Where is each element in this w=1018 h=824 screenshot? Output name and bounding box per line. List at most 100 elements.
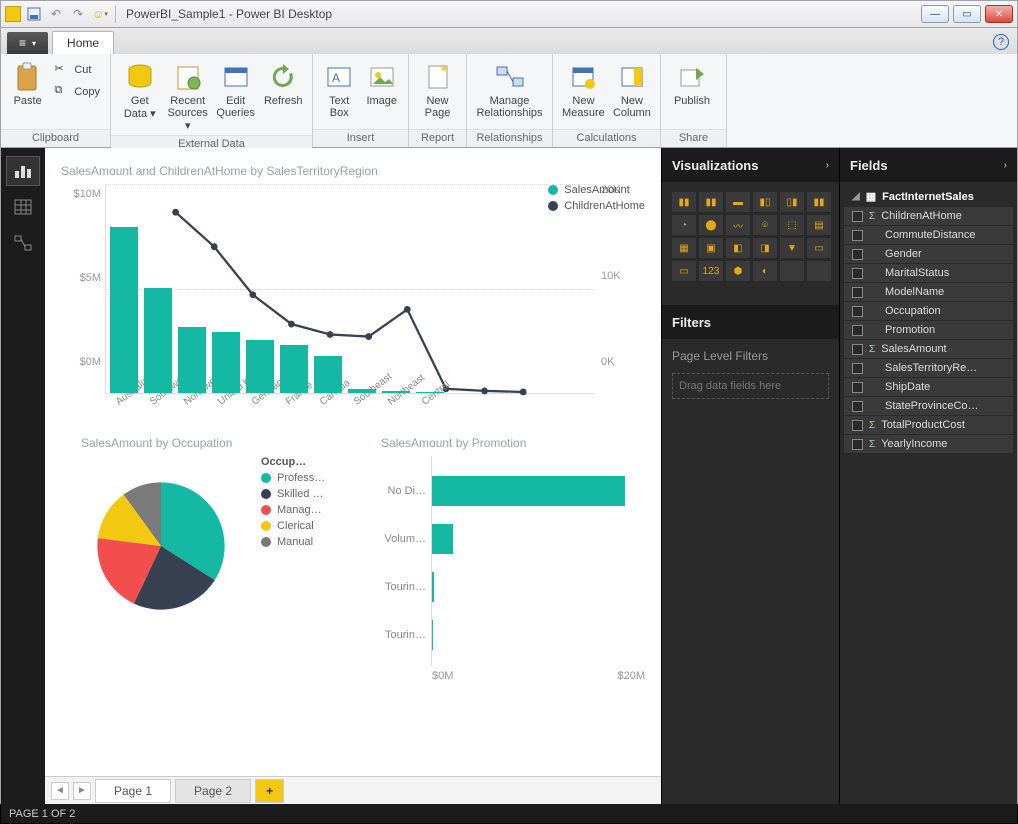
page-tab-1[interactable]: Page 1: [95, 779, 171, 803]
field-item[interactable]: Gender: [844, 245, 1013, 263]
field-item[interactable]: ΣChildrenAtHome: [844, 207, 1013, 225]
data-view-button[interactable]: [6, 192, 40, 222]
copy-button[interactable]: ⧉Copy: [50, 82, 104, 102]
field-checkbox[interactable]: [852, 325, 863, 336]
text-box-button[interactable]: AText Box: [319, 58, 360, 122]
viz-type-button[interactable]: ▮▮: [699, 192, 723, 212]
field-item[interactable]: ΣSalesAmount: [844, 340, 1013, 358]
viz-type-button[interactable]: 〰: [726, 215, 750, 235]
publish-button[interactable]: Publish: [667, 58, 717, 110]
field-checkbox[interactable]: [852, 268, 863, 279]
field-checkbox[interactable]: [852, 420, 863, 431]
viz-type-button[interactable]: ▼: [780, 238, 804, 258]
report-view-button[interactable]: [6, 156, 40, 186]
viz-type-button[interactable]: ▬: [726, 192, 750, 212]
recent-sources-button[interactable]: Recent Sources ▾: [165, 58, 211, 135]
viz-type-button[interactable]: ▭: [807, 238, 831, 258]
viz-type-button[interactable]: 123: [699, 261, 723, 281]
field-item[interactable]: ModelName: [844, 283, 1013, 301]
combo-chart[interactable]: $10M $5M $0M AustraliaSouthwestNorthwest…: [61, 184, 645, 394]
fields-header[interactable]: Fields›: [840, 148, 1017, 182]
filters-body: Page Level Filters Drag data fields here: [662, 339, 839, 409]
minimize-button[interactable]: —: [921, 5, 949, 23]
viz-type-button[interactable]: ▮▮: [807, 192, 831, 212]
viz-type-button[interactable]: ▮▯: [753, 192, 777, 212]
report-canvas[interactable]: SalesAmount and ChildrenAtHome by SalesT…: [45, 148, 661, 776]
field-item[interactable]: ShipDate: [844, 378, 1013, 396]
viz-type-button[interactable]: ▤: [807, 215, 831, 235]
viz-type-button[interactable]: ◧: [726, 238, 750, 258]
viz-type-button[interactable]: ▦: [672, 238, 696, 258]
field-checkbox[interactable]: [852, 230, 863, 241]
page-prev-button[interactable]: ◄: [51, 782, 69, 800]
undo-icon[interactable]: ↶: [47, 5, 65, 23]
field-item[interactable]: Promotion: [844, 321, 1013, 339]
field-checkbox[interactable]: [852, 382, 863, 393]
field-checkbox[interactable]: [852, 211, 863, 222]
paste-button[interactable]: Paste: [7, 58, 48, 110]
edit-queries-button[interactable]: Edit Queries: [213, 58, 259, 122]
status-bar: PAGE 1 OF 2: [0, 804, 1018, 824]
hbar-row: Tourin…: [432, 572, 434, 602]
sigma-icon: Σ: [869, 439, 875, 450]
pie-chart[interactable]: SalesAmount by Occupation Occup…Profess……: [61, 436, 351, 666]
field-checkbox[interactable]: [852, 344, 863, 355]
viz-type-button[interactable]: [780, 261, 804, 281]
viz-type-button[interactable]: ◨: [753, 238, 777, 258]
viz-type-button[interactable]: ▭: [672, 261, 696, 281]
file-tab[interactable]: ≡▾: [7, 32, 48, 54]
viz-type-button[interactable]: [807, 261, 831, 281]
maximize-button[interactable]: ▭: [953, 5, 981, 23]
field-table-header[interactable]: ◢▦FactInternetSales: [844, 187, 1013, 206]
ribbon-tab-strip: ≡▾ Home ?: [0, 28, 1018, 54]
field-name: MaritalStatus: [885, 267, 949, 279]
viz-type-button[interactable]: ▯▮: [780, 192, 804, 212]
viz-type-button[interactable]: ⬤: [699, 215, 723, 235]
add-page-button[interactable]: +: [255, 779, 284, 803]
new-measure-button[interactable]: New Measure: [559, 58, 608, 122]
redo-icon[interactable]: ↷: [69, 5, 87, 23]
viz-type-button[interactable]: ◐: [753, 261, 777, 281]
close-button[interactable]: ✕: [985, 5, 1013, 23]
viz-type-button[interactable]: ▮▮: [672, 192, 696, 212]
field-item[interactable]: ΣTotalProductCost: [844, 416, 1013, 434]
image-button[interactable]: Image: [362, 58, 403, 110]
help-icon[interactable]: ?: [993, 34, 1009, 50]
manage-relationships-button[interactable]: Manage Relationships: [473, 58, 546, 122]
viz-type-button[interactable]: ⬚: [780, 215, 804, 235]
pie-legend-item: Skilled …: [261, 488, 325, 500]
visualizations-header[interactable]: Visualizations›: [662, 148, 839, 182]
field-checkbox[interactable]: [852, 287, 863, 298]
page-tab-2[interactable]: Page 2: [175, 779, 251, 803]
viz-type-button[interactable]: ⌾: [753, 215, 777, 235]
save-icon[interactable]: [25, 5, 43, 23]
x-axis-categories: AustraliaSouthwestNorthwestUnited Kin…Ge…: [106, 393, 595, 421]
model-view-button[interactable]: [6, 228, 40, 258]
field-checkbox[interactable]: [852, 363, 863, 374]
viz-type-button[interactable]: ◔: [672, 215, 696, 235]
viz-type-button[interactable]: ▣: [699, 238, 723, 258]
cut-button[interactable]: ✂Cut: [50, 60, 104, 80]
field-item[interactable]: Occupation: [844, 302, 1013, 320]
field-name: CommuteDistance: [885, 229, 975, 241]
field-item[interactable]: MaritalStatus: [844, 264, 1013, 282]
field-item[interactable]: ΣYearlyIncome: [844, 435, 1013, 453]
viz-type-button[interactable]: ⬢: [726, 261, 750, 281]
field-checkbox[interactable]: [852, 249, 863, 260]
field-item[interactable]: CommuteDistance: [844, 226, 1013, 244]
field-item[interactable]: SalesTerritoryRe…: [844, 359, 1013, 377]
filters-drop-zone[interactable]: Drag data fields here: [672, 373, 829, 399]
tab-home[interactable]: Home: [52, 31, 114, 54]
field-checkbox[interactable]: [852, 306, 863, 317]
hbar-chart[interactable]: SalesAmount by Promotion $0M $20M No Di……: [381, 436, 645, 666]
field-item[interactable]: StateProvinceCo…: [844, 397, 1013, 415]
new-column-button[interactable]: New Column: [610, 58, 654, 122]
smiley-icon[interactable]: ☺▾: [91, 5, 109, 23]
field-checkbox[interactable]: [852, 439, 863, 450]
filters-header[interactable]: Filters: [662, 305, 839, 339]
page-next-button[interactable]: ►: [73, 782, 91, 800]
field-checkbox[interactable]: [852, 401, 863, 412]
refresh-button[interactable]: Refresh: [260, 58, 306, 110]
new-page-button[interactable]: ✶New Page: [415, 58, 460, 122]
get-data-button[interactable]: Get Data ▾: [117, 58, 163, 123]
